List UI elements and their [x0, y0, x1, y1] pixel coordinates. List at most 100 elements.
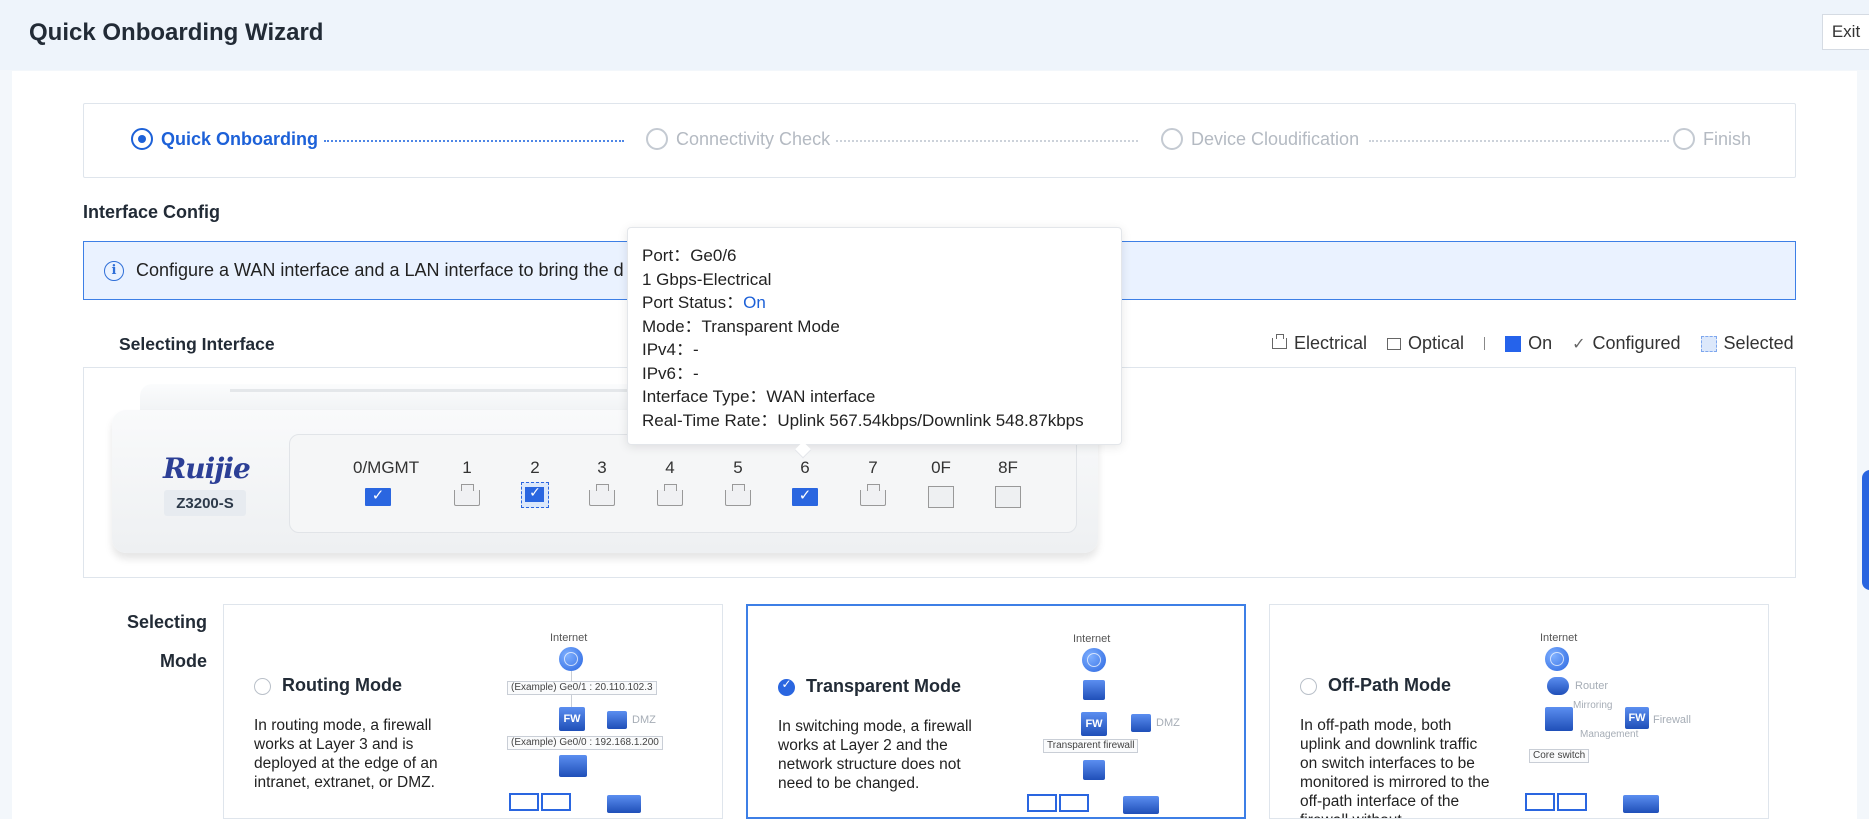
- tooltip-interface-type: Interface Type：WAN interface: [642, 385, 1121, 409]
- mode-card-off-path[interactable]: Off-Path Mode In off-path mode, both upl…: [1269, 604, 1769, 819]
- mode-card-routing[interactable]: Routing Mode In routing mode, a firewall…: [223, 604, 723, 819]
- diagram-firewall-label: Firewall: [1653, 714, 1691, 726]
- mode-description: In routing mode, a firewall works at Lay…: [254, 717, 438, 791]
- step-finish: Finish: [1673, 128, 1751, 150]
- port-7[interactable]: 7: [848, 458, 898, 506]
- port-2[interactable]: 2: [510, 458, 560, 508]
- tooltip-speed: 1 Gbps-Electrical: [642, 269, 772, 289]
- server-icon: [607, 795, 641, 813]
- routing-diagram: Internet (Example) Ge0/1 : 20.110.102.3 …: [489, 625, 689, 818]
- port-3[interactable]: 3: [577, 458, 627, 506]
- info-text: Configure a WAN interface and a LAN inte…: [136, 260, 624, 280]
- tooltip-key: IPv6：: [642, 363, 694, 383]
- tooltip-value: WAN interface: [766, 387, 876, 406]
- diagram-tag: Core switch: [1529, 749, 1590, 763]
- optical-port-icon: [1387, 337, 1402, 350]
- port-5[interactable]: 5: [713, 458, 763, 506]
- step-label: Device Cloudification: [1191, 128, 1360, 149]
- tooltip-key: Port Status：: [642, 293, 744, 312]
- electrical-port-icon: [657, 484, 683, 506]
- check-icon: ✓: [1572, 335, 1586, 353]
- step-quick-onboarding: Quick Onboarding: [131, 128, 318, 150]
- pc-icon: [1059, 794, 1089, 812]
- port-label: 1: [462, 458, 472, 477]
- tooltip-status: Port Status：On: [642, 291, 1121, 315]
- diagram-management-label: Management: [1580, 729, 1639, 740]
- globe-icon: [559, 647, 583, 671]
- globe-icon: [1082, 648, 1106, 672]
- interface-config-title: Interface Config: [83, 202, 221, 222]
- step-pending-icon: [1161, 128, 1183, 150]
- switch-icon: [1545, 707, 1573, 731]
- diagram-internet-label: Internet: [550, 632, 588, 644]
- port-tooltip: Port：Ge0/6 1 Gbps-Electrical Port Status…: [627, 227, 1122, 445]
- tooltip-value: Uplink 567.54kbps/Downlink 548.87kbps: [777, 410, 1084, 430]
- step-connector: [1369, 140, 1669, 142]
- port-6[interactable]: 6: [780, 458, 830, 506]
- exit-button[interactable]: Exit: [1822, 14, 1869, 50]
- tooltip-key: Port：: [642, 246, 691, 265]
- transparent-mode-radio[interactable]: [778, 677, 795, 696]
- tooltip-key: Real-Time Rate：: [642, 410, 778, 430]
- electrical-port-icon: [1272, 334, 1287, 349]
- legend-label: On: [1528, 333, 1553, 353]
- device-model: Z3200-S: [164, 490, 246, 516]
- mode-card-transparent[interactable]: Transparent Mode In switching mode, a fi…: [746, 604, 1246, 819]
- routing-mode-radio[interactable]: [254, 678, 271, 695]
- port-selected-icon: [521, 482, 549, 508]
- tooltip-value: Ge0/6: [690, 246, 737, 265]
- port-0f[interactable]: 0F: [916, 458, 966, 508]
- dmz-server-icon: [607, 711, 627, 729]
- diagram-mirroring-label: Mirroring: [1573, 700, 1613, 711]
- port-legend: Electrical Optical On ✓ Configured Select…: [1272, 333, 1794, 354]
- pc-icon: [509, 793, 539, 811]
- mode-description: In switching mode, a firewall works at L…: [778, 718, 972, 792]
- tooltip-value: -: [693, 340, 699, 359]
- tooltip-rate: Real-Time Rate：Uplink 567.54kbps/Downlin…: [642, 409, 1121, 433]
- tooltip-ipv4: IPv4：-: [642, 338, 1121, 362]
- page-title: Quick Onboarding Wizard: [29, 19, 324, 46]
- port-8f[interactable]: 8F: [983, 458, 1033, 508]
- legend-label: Optical: [1408, 333, 1465, 353]
- tooltip-ipv6: IPv6：-: [642, 362, 1121, 386]
- diagram-tag: (Example) Ge0/1 : 20.110.102.3: [507, 681, 657, 695]
- port-label: 0F: [931, 458, 951, 477]
- device-vent: [230, 389, 650, 392]
- firewall-icon: FW: [559, 707, 585, 731]
- port-1[interactable]: 1: [442, 458, 492, 506]
- step-pending-icon: [1673, 128, 1695, 150]
- port-4[interactable]: 4: [645, 458, 695, 506]
- port-0-mgmt[interactable]: 0/MGMT: [353, 458, 419, 506]
- side-feedback-tab[interactable]: [1862, 470, 1869, 590]
- tooltip-value: On: [743, 293, 766, 312]
- optical-port-icon: [928, 486, 954, 508]
- port-selected-icon: [1700, 335, 1717, 352]
- router-icon: [1083, 680, 1105, 700]
- router-icon: [1547, 677, 1569, 695]
- diagram-internet-label: Internet: [1540, 632, 1578, 644]
- mode-description: In off-path mode, both uplink and downli…: [1300, 717, 1490, 818]
- legend-electrical: Electrical: [1272, 333, 1367, 354]
- pc-icon: [1027, 794, 1057, 812]
- globe-icon: [1545, 647, 1569, 671]
- diagram-tag: Transparent firewall: [1043, 739, 1139, 753]
- diagram-tag: (Example) Ge0/0 : 192.168.1.200: [507, 736, 663, 750]
- pc-icon: [1525, 793, 1555, 811]
- pc-icon: [1557, 793, 1587, 811]
- tooltip-key: Mode：: [642, 316, 702, 336]
- tooltip-key: IPv4：: [642, 340, 694, 359]
- port-label: 8F: [998, 458, 1018, 477]
- diagram-dmz-label: DMZ: [1156, 717, 1180, 729]
- port-label: 6: [800, 458, 810, 477]
- tooltip-value: Transparent Mode: [701, 316, 840, 336]
- electrical-port-icon: [725, 484, 751, 506]
- mode-name: Transparent Mode: [806, 676, 962, 696]
- switch-icon: [1083, 760, 1105, 780]
- firewall-icon: FW: [1081, 712, 1107, 736]
- diagram-internet-label: Internet: [1073, 633, 1111, 645]
- selecting-mode-label-1: Selecting: [126, 612, 207, 632]
- off-path-mode-radio[interactable]: [1300, 678, 1317, 695]
- port-label: 5: [733, 458, 743, 477]
- legend-selected: Selected: [1700, 333, 1794, 354]
- legend-separator: [1484, 337, 1486, 350]
